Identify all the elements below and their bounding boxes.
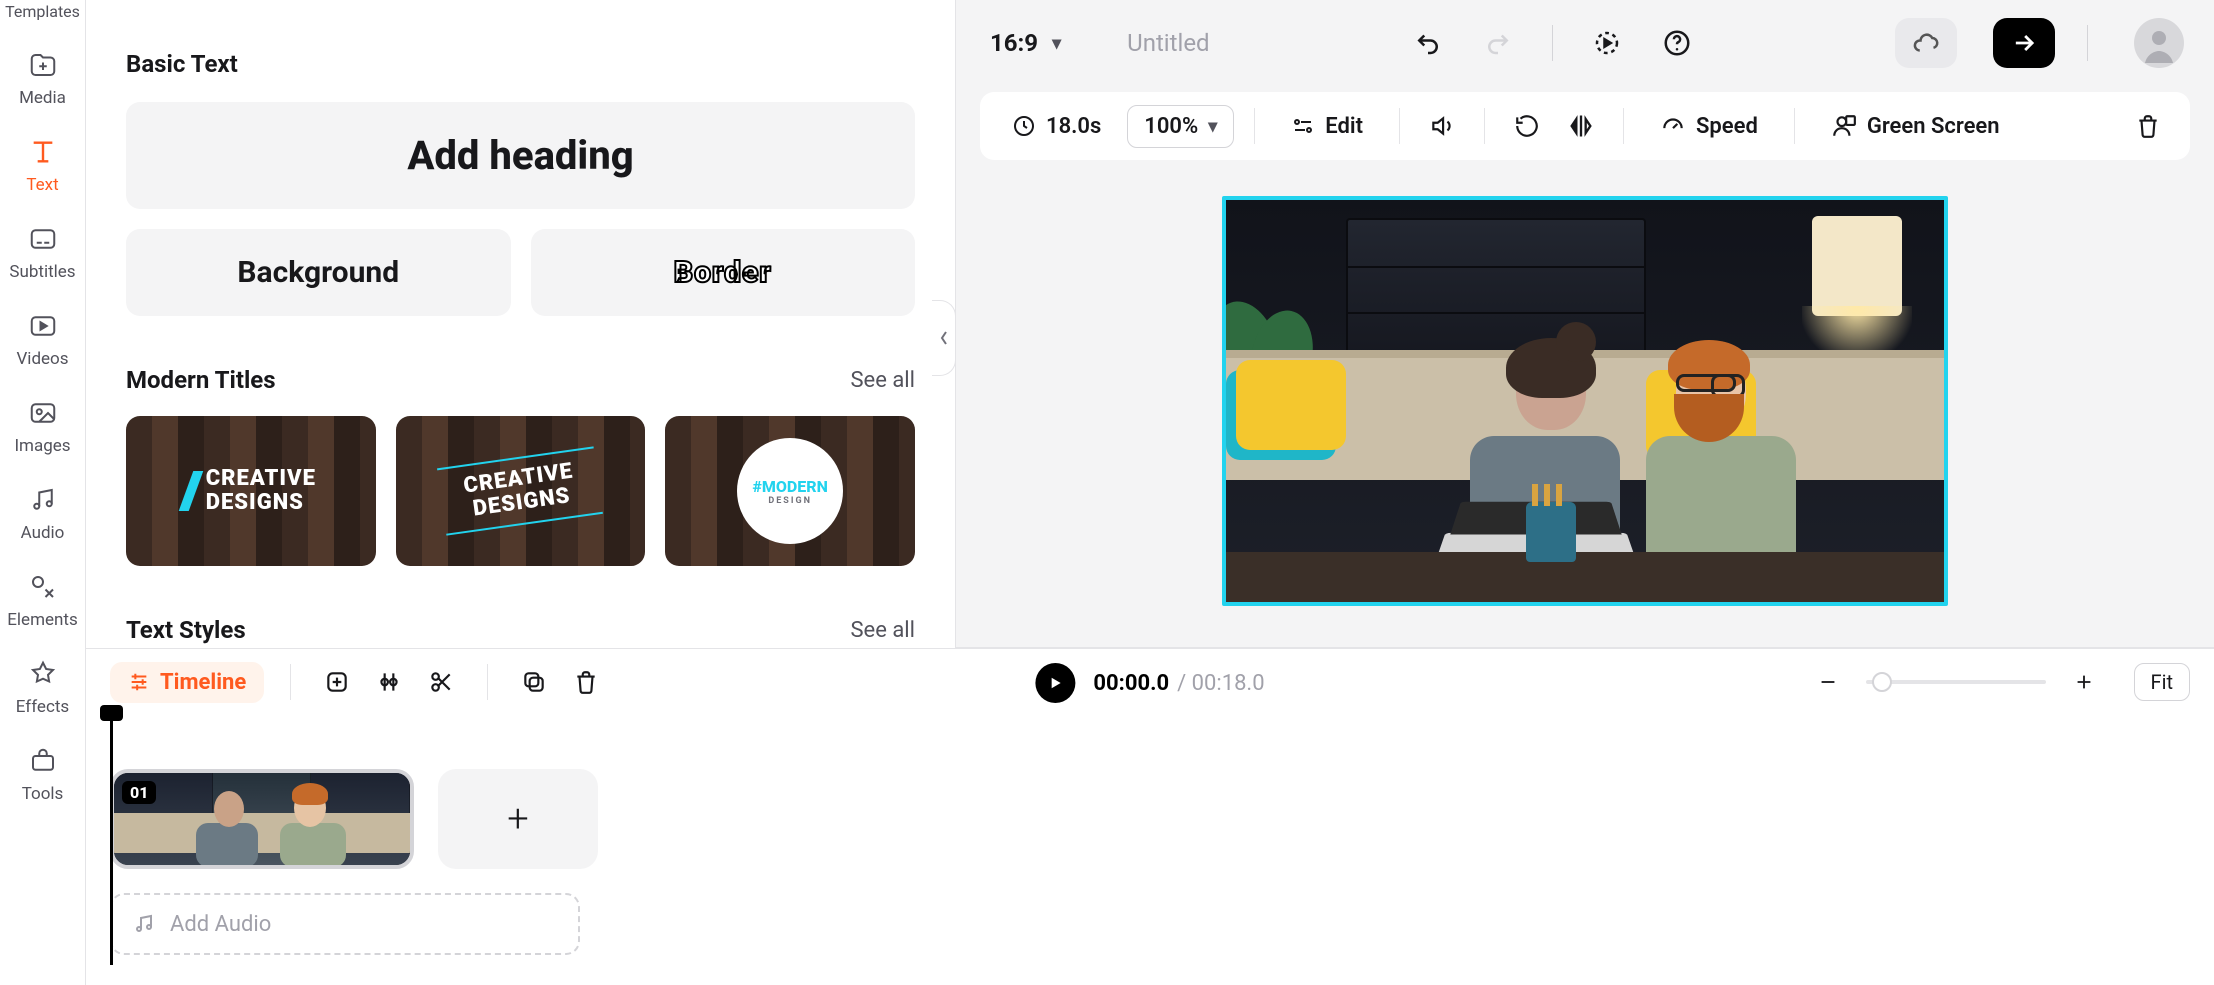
duration-chip[interactable]: 18.0s bbox=[996, 106, 1117, 147]
help-button[interactable] bbox=[1655, 21, 1699, 65]
flip-button[interactable] bbox=[1559, 104, 1603, 148]
delete-clip-button[interactable] bbox=[2126, 104, 2170, 148]
volume-button[interactable] bbox=[1420, 104, 1464, 148]
preview-area: 16:9 ▾ Untitled bbox=[956, 0, 2214, 648]
cut-button[interactable] bbox=[421, 662, 461, 702]
sidebar-item-label: Elements bbox=[7, 612, 77, 629]
see-all-text-styles[interactable]: See all bbox=[850, 618, 915, 643]
tools-icon bbox=[26, 744, 60, 778]
effects-icon bbox=[26, 657, 60, 691]
border-text-button[interactable]: Border bbox=[531, 229, 916, 316]
sidebar-item-text[interactable]: Text bbox=[2, 121, 84, 204]
images-icon bbox=[26, 396, 60, 430]
sidebar-item-media[interactable]: Media bbox=[2, 34, 84, 117]
chevron-down-icon: ▾ bbox=[1052, 33, 1061, 54]
text-styles-heading: Text Styles bbox=[126, 616, 246, 644]
project-title[interactable]: Untitled bbox=[1127, 29, 1209, 57]
timeline-tab[interactable]: Timeline bbox=[110, 662, 264, 703]
sidebar-item-label: Videos bbox=[16, 351, 68, 368]
sidebar: Templates Media Text bbox=[0, 0, 86, 985]
sidebar-item-label: Audio bbox=[21, 525, 65, 542]
sidebar-item-label: Templates bbox=[5, 4, 80, 20]
audio-icon bbox=[26, 483, 60, 517]
user-avatar[interactable] bbox=[2134, 18, 2184, 68]
sidebar-item-audio[interactable]: Audio bbox=[2, 469, 84, 552]
video-clip-1[interactable]: 01 bbox=[110, 769, 414, 869]
edit-button[interactable]: Edit bbox=[1275, 106, 1379, 147]
title-template-2[interactable]: CREATIVEDESIGNS bbox=[396, 416, 646, 566]
zoom-out-button[interactable] bbox=[1808, 662, 1848, 702]
zoom-slider[interactable] bbox=[1866, 680, 2046, 684]
elements-icon bbox=[26, 570, 60, 604]
export-button[interactable] bbox=[1993, 18, 2055, 68]
preview-canvas[interactable] bbox=[956, 160, 2214, 647]
add-clip-button[interactable]: + bbox=[438, 769, 598, 869]
subtitles-icon bbox=[26, 222, 60, 256]
zoom-in-button[interactable] bbox=[2064, 662, 2104, 702]
clip-number-badge: 01 bbox=[122, 781, 156, 804]
add-audio-button[interactable]: Add Audio bbox=[110, 893, 580, 955]
sidebar-item-label: Images bbox=[14, 438, 70, 455]
timecode: 00:00.0 / 00:18.0 bbox=[1093, 671, 1264, 696]
sidebar-item-label: Subtitles bbox=[9, 264, 75, 281]
sidebar-item-tools[interactable]: Tools bbox=[2, 730, 84, 813]
sidebar-item-elements[interactable]: Elements bbox=[2, 556, 84, 639]
preview-play-button[interactable] bbox=[1585, 21, 1629, 65]
title-template-3[interactable]: #MODERNDESIGN bbox=[665, 416, 915, 566]
timeline-panel: Timeline bbox=[86, 648, 2214, 985]
green-screen-button[interactable]: Green Screen bbox=[1815, 105, 2016, 147]
sidebar-item-label: Effects bbox=[16, 699, 69, 716]
add-heading-button[interactable]: Add heading bbox=[126, 102, 915, 209]
play-button[interactable] bbox=[1035, 663, 1075, 703]
undo-button[interactable] bbox=[1406, 21, 1450, 65]
delete-button[interactable] bbox=[566, 662, 606, 702]
speed-button[interactable]: Speed bbox=[1644, 105, 1774, 147]
add-track-button[interactable] bbox=[317, 662, 357, 702]
sidebar-item-label: Text bbox=[26, 177, 58, 194]
rotate-button[interactable] bbox=[1505, 104, 1549, 148]
sidebar-item-templates[interactable]: Templates bbox=[2, 0, 84, 30]
text-panel: Basic Text Add heading Background Border… bbox=[86, 0, 956, 648]
time-ruler[interactable] bbox=[110, 715, 2190, 755]
playhead[interactable] bbox=[110, 715, 113, 965]
videos-icon bbox=[26, 309, 60, 343]
text-icon bbox=[26, 135, 60, 169]
cloud-save-button[interactable] bbox=[1895, 18, 1957, 68]
header-bar: 16:9 ▾ Untitled bbox=[956, 0, 2214, 82]
sidebar-item-label: Tools bbox=[22, 786, 64, 803]
background-text-button[interactable]: Background bbox=[126, 229, 511, 316]
timeline-toolbar: Timeline bbox=[86, 649, 2214, 715]
see-all-modern-titles[interactable]: See all bbox=[850, 368, 915, 393]
zoom-chip[interactable]: 100% ▾ bbox=[1127, 105, 1234, 148]
split-button[interactable] bbox=[369, 662, 409, 702]
redo-button[interactable] bbox=[1476, 21, 1520, 65]
copy-button[interactable] bbox=[514, 662, 554, 702]
fit-button[interactable]: Fit bbox=[2134, 663, 2190, 701]
sidebar-item-images[interactable]: Images bbox=[2, 382, 84, 465]
clip-toolbar: 18.0s 100% ▾ Edit bbox=[980, 92, 2190, 160]
sidebar-item-subtitles[interactable]: Subtitles bbox=[2, 208, 84, 291]
timeline-tracks[interactable]: 01 + Add Audio bbox=[86, 715, 2214, 975]
collapse-panel-button[interactable] bbox=[932, 300, 956, 376]
sidebar-item-videos[interactable]: Videos bbox=[2, 295, 84, 378]
media-icon bbox=[26, 48, 60, 82]
chevron-down-icon: ▾ bbox=[1208, 116, 1217, 137]
video-frame[interactable] bbox=[1222, 196, 1948, 606]
aspect-ratio-selector[interactable]: 16:9 ▾ bbox=[990, 29, 1061, 57]
title-template-1[interactable]: CREATIVEDESIGNS bbox=[126, 416, 376, 566]
basic-text-heading: Basic Text bbox=[126, 50, 915, 78]
sidebar-item-effects[interactable]: Effects bbox=[2, 643, 84, 726]
modern-titles-heading: Modern Titles bbox=[126, 366, 276, 394]
sidebar-item-label: Media bbox=[19, 90, 66, 107]
